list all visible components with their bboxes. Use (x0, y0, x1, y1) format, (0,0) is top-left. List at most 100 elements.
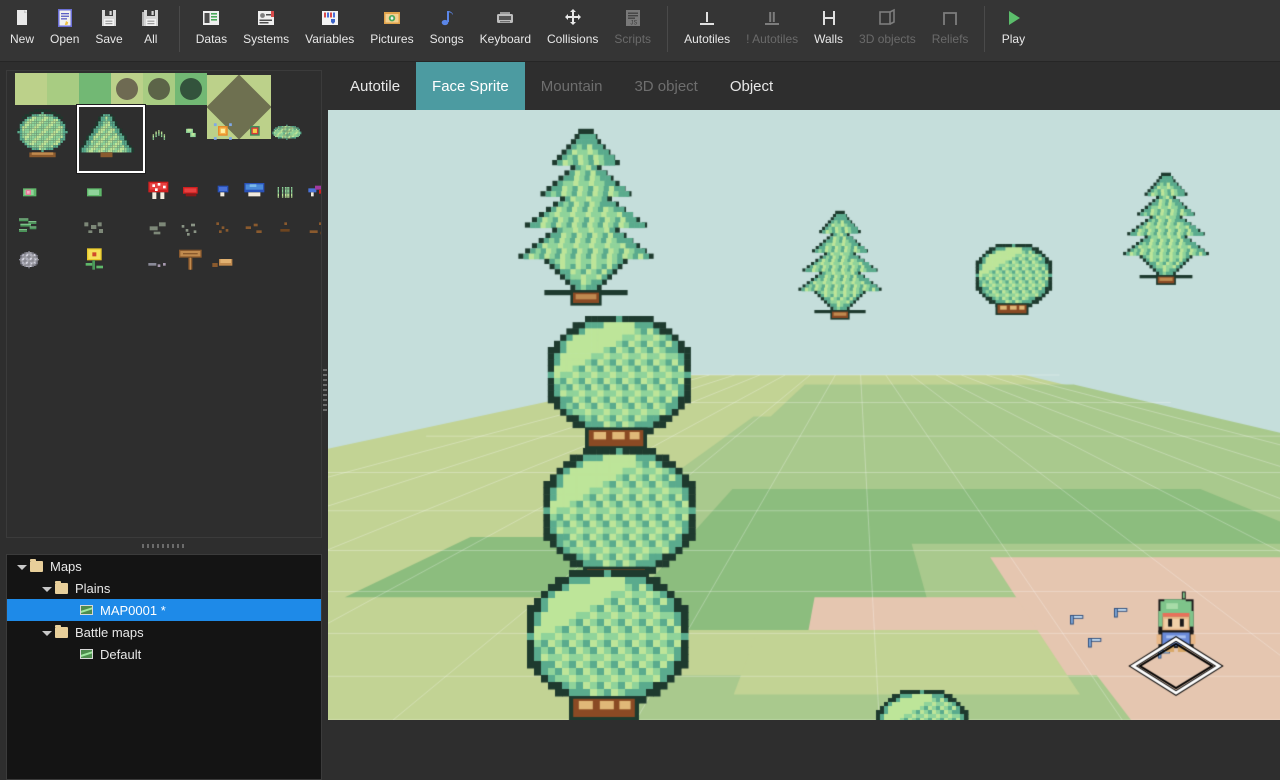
map-tree-panel[interactable]: MapsPlainsMAP0001 * Battle maps Default (6, 554, 322, 780)
sprite-palette-panel[interactable] (6, 70, 322, 538)
palette-blue-mushroom-small-sprite[interactable] (207, 175, 239, 207)
toolbar-button-pictures[interactable]: Pictures (362, 0, 421, 58)
autotiles-icon (696, 7, 718, 29)
toolbar-button-label: Save (95, 33, 122, 46)
toolbar-button-autotiles: ! Autotiles (738, 0, 806, 58)
terrain-tile-rock-on-mid-tile[interactable] (143, 73, 175, 105)
palette-gray-pebbles-sprite[interactable] (79, 209, 111, 241)
tree-node-default[interactable]: Default (7, 643, 321, 665)
toolbar-button-save[interactable]: Save (87, 0, 130, 58)
toolbar-button-walls[interactable]: Walls (806, 0, 851, 58)
toolbar-button-label: Variables (305, 33, 354, 46)
palette-round-bush-tree-sprite[interactable] (15, 107, 77, 169)
palette-pink-lily-sprite[interactable] (15, 175, 47, 207)
palette-red-mushroom-small-sprite[interactable] (175, 175, 207, 207)
toolbar-button-datas[interactable]: Datas (188, 0, 235, 58)
toolbar-button-keyboard[interactable]: Keyboard (472, 0, 539, 58)
palette-yellow-flower-sprite[interactable] (79, 243, 111, 275)
autotiles-2-icon (761, 7, 783, 29)
palette-brown-debris-sprite[interactable] (303, 209, 322, 241)
toolbar-group-resources: DatasSystems Variables Pictures Songs Keyboa… (188, 0, 659, 61)
toolbar-button-collisions[interactable]: Collisions (539, 0, 606, 58)
keyboard-icon (494, 7, 516, 29)
terrain-tile-grass-light-tile[interactable] (15, 73, 47, 105)
palette-wooden-signpost-sprite[interactable] (175, 243, 207, 275)
palette-small-grass-tuft-sprite[interactable] (143, 115, 175, 155)
terrain-tile-row[interactable] (15, 73, 207, 105)
map-editor: AutotileFace SpriteMountain3D objectObje… (328, 62, 1280, 720)
chevron-down-icon[interactable] (15, 560, 28, 573)
systems-icon (255, 7, 277, 29)
toolbar-button-play[interactable]: Play (993, 0, 1033, 58)
horizontal-splitter[interactable] (6, 540, 322, 552)
tree-node-maps[interactable]: Maps (7, 555, 321, 577)
toolbar-button-systems[interactable]: Systems (235, 0, 297, 58)
palette-hedge-bush-sprite[interactable] (271, 115, 303, 155)
palette-leaf-sprig-sprite[interactable] (175, 115, 207, 155)
tab-autotile[interactable]: Autotile (334, 62, 416, 110)
scripts-icon: JS (622, 7, 644, 29)
tab-mountain: Mountain (525, 62, 619, 110)
toolbar-button-new[interactable]: New (2, 0, 42, 58)
3d-objects-icon (876, 7, 898, 29)
palette-wood-log-sprite[interactable] (207, 243, 239, 275)
palette-red-mushroom-big-sprite[interactable] (143, 175, 175, 207)
palette-boulder-sprite[interactable] (15, 243, 47, 275)
palette-gray-stones-sprite[interactable] (143, 209, 175, 241)
chevron-down-icon[interactable] (40, 626, 53, 639)
palette-pine-tree-sprite[interactable] (79, 107, 141, 169)
palette-green-leaf-sprite[interactable] (79, 175, 111, 207)
folder-icon (55, 627, 68, 638)
play-icon (1002, 7, 1024, 29)
terrain-tile-grass-dark-tile[interactable] (79, 73, 111, 105)
toolbar-group-run: Play (993, 0, 1033, 61)
toolbar-button-autotiles[interactable]: Autotiles (676, 0, 738, 58)
toolbar-button-label: Keyboard (480, 33, 531, 46)
terrain-tile-grass-mid-tile[interactable] (47, 73, 79, 105)
tree-node-plains[interactable]: Plains (7, 577, 321, 599)
save-all-icon (140, 7, 162, 29)
map-tree[interactable]: MapsPlainsMAP0001 * Battle maps Default (7, 555, 321, 665)
palette-gray-gravel-sprite[interactable] (175, 209, 207, 241)
terrain-tile-rock-on-light-tile[interactable] (111, 73, 143, 105)
map-3d-viewport[interactable] (328, 110, 1280, 720)
tab-face-sprite[interactable]: Face Sprite (416, 62, 525, 110)
toolbar-button-label: Open (50, 33, 79, 46)
palette-orange-sparkle-sprite[interactable] (207, 115, 239, 155)
palette-blue-mushroom-big-sprite[interactable] (239, 175, 271, 207)
tree-node-map0001[interactable]: MAP0001 * (7, 599, 321, 621)
palette-brown-gravel-sprite[interactable] (271, 209, 303, 241)
toolbar-button-label: New (10, 33, 34, 46)
palette-small-rubble-sprite[interactable] (143, 243, 175, 275)
palette-grass-blades-sprite[interactable] (15, 209, 47, 241)
toolbar-group-file: New Open Save All (2, 0, 171, 61)
walls-icon (818, 7, 840, 29)
toolbar-button-open[interactable]: Open (42, 0, 87, 58)
toolbar-group-map-tools: Autotiles! AutotilesWalls3D objectsRelie… (676, 0, 976, 61)
songs-icon (436, 7, 458, 29)
toolbar-button-label: Songs (430, 33, 464, 46)
palette-brown-pebbles-sprite[interactable] (207, 209, 239, 241)
tree-node-battle-maps[interactable]: Battle maps (7, 621, 321, 643)
splitter-grip-vertical (323, 369, 327, 413)
palette-tall-grass-sprite[interactable] (271, 175, 303, 207)
svg-text:JS: JS (630, 19, 638, 26)
toolbar-button-songs[interactable]: Songs (422, 0, 472, 58)
palette-brown-stones-sprite[interactable] (239, 209, 271, 241)
tab-3d-object: 3D object (618, 62, 713, 110)
palette-red-flower-sprite[interactable] (239, 115, 271, 155)
tree-node-label: Battle maps (75, 625, 144, 640)
toolbar-button-label: Autotiles (684, 33, 730, 46)
folder-icon (30, 561, 43, 572)
chevron-down-icon[interactable] (40, 582, 53, 595)
sprite-palette[interactable] (7, 71, 322, 537)
tab-object[interactable]: Object (714, 62, 789, 110)
pictures-icon (381, 7, 403, 29)
palette-mushroom-cluster-sprite[interactable] (303, 175, 322, 207)
toolbar-button-label: Walls (814, 33, 843, 46)
toolbar-button-all[interactable]: All (131, 0, 171, 58)
toolbar-button-variables[interactable]: Variables (297, 0, 362, 58)
terrain-tile-rock-on-dark-tile[interactable] (175, 73, 207, 105)
toolbar-separator (179, 6, 180, 52)
map-render-canvas[interactable] (328, 110, 1280, 720)
